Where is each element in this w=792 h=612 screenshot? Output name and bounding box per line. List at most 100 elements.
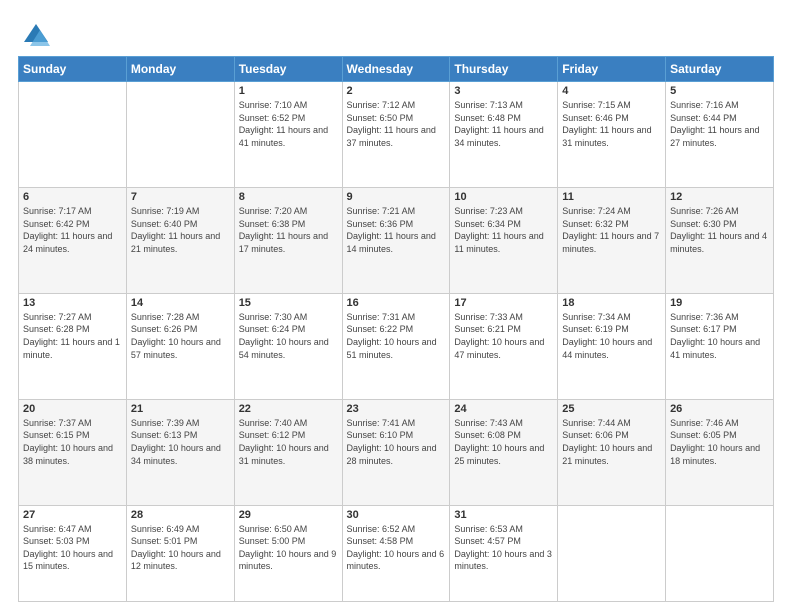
day-number: 1 <box>239 85 338 97</box>
day-number: 11 <box>562 191 661 203</box>
day-number: 29 <box>239 509 338 521</box>
day-detail: Sunrise: 7:17 AM Sunset: 6:42 PM Dayligh… <box>23 205 122 255</box>
day-header-wednesday: Wednesday <box>342 57 450 82</box>
day-header-saturday: Saturday <box>666 57 774 82</box>
calendar-cell: 9 Sunrise: 7:21 AM Sunset: 6:36 PM Daylig… <box>342 187 450 293</box>
calendar-week-row: 27 Sunrise: 6:47 AM Sunset: 5:03 PM Dayli… <box>19 505 774 601</box>
page: SundayMondayTuesdayWednesdayThursdayFrid… <box>0 0 792 612</box>
day-number: 28 <box>131 509 230 521</box>
calendar-cell: 24Sunrise: 7:43 AM Sunset: 6:08 PM Dayli… <box>450 399 558 505</box>
calendar-cell: 13 Sunrise: 7:27 AM Sunset: 6:28 PM Dayli… <box>19 293 127 399</box>
day-detail: Sunrise: 7:13 AM Sunset: 6:48 PM Dayligh… <box>454 99 553 149</box>
day-detail: Sunrise: 6:50 AM Sunset: 5:00 PM Dayligh… <box>239 523 338 573</box>
day-number: 27 <box>23 509 122 521</box>
calendar-cell: 8Sunrise: 7:20 AM Sunset: 6:38 PM Daylig… <box>234 187 342 293</box>
day-detail: Sunrise: 6:49 AM Sunset: 5:01 PM Dayligh… <box>131 523 230 573</box>
calendar-cell: 27 Sunrise: 6:47 AM Sunset: 5:03 PM Dayli… <box>19 505 127 601</box>
day-number: 9 <box>347 191 446 203</box>
calendar-cell: 4 Sunrise: 7:15 AM Sunset: 6:46 PM Daylig… <box>558 82 666 188</box>
calendar-cell: 6 Sunrise: 7:17 AM Sunset: 6:42 PM Daylig… <box>19 187 127 293</box>
day-detail: Sunrise: 6:53 AM Sunset: 4:57 PM Dayligh… <box>454 523 553 573</box>
calendar-cell: 21 Sunrise: 7:39 AM Sunset: 6:13 PM Dayli… <box>126 399 234 505</box>
day-detail: Sunrise: 7:28 AM Sunset: 6:26 PM Dayligh… <box>131 311 230 361</box>
day-detail: Sunrise: 7:40 AM Sunset: 6:12 PM Dayligh… <box>239 417 338 467</box>
day-detail: Sunrise: 7:10 AM Sunset: 6:52 PM Dayligh… <box>239 99 338 149</box>
day-number: 12 <box>670 191 769 203</box>
day-number: 13 <box>23 297 122 309</box>
day-detail: Sunrise: 7:15 AM Sunset: 6:46 PM Dayligh… <box>562 99 661 149</box>
day-header-sunday: Sunday <box>19 57 127 82</box>
calendar-cell <box>558 505 666 601</box>
day-number: 22 <box>239 403 338 415</box>
day-detail: Sunrise: 6:47 AM Sunset: 5:03 PM Dayligh… <box>23 523 122 573</box>
day-detail: Sunrise: 7:12 AM Sunset: 6:50 PM Dayligh… <box>347 99 446 149</box>
day-detail: Sunrise: 7:36 AM Sunset: 6:17 PM Dayligh… <box>670 311 769 361</box>
calendar-cell: 2 Sunrise: 7:12 AM Sunset: 6:50 PM Daylig… <box>342 82 450 188</box>
calendar-cell: 28 Sunrise: 6:49 AM Sunset: 5:01 PM Dayli… <box>126 505 234 601</box>
day-detail: Sunrise: 6:52 AM Sunset: 4:58 PM Dayligh… <box>347 523 446 573</box>
day-number: 4 <box>562 85 661 97</box>
day-header-friday: Friday <box>558 57 666 82</box>
calendar-cell: 5 Sunrise: 7:16 AM Sunset: 6:44 PM Daylig… <box>666 82 774 188</box>
day-detail: Sunrise: 7:24 AM Sunset: 6:32 PM Dayligh… <box>562 205 661 255</box>
calendar-cell: 30Sunrise: 6:52 AM Sunset: 4:58 PM Dayli… <box>342 505 450 601</box>
calendar-cell: 26 Sunrise: 7:46 AM Sunset: 6:05 PM Dayli… <box>666 399 774 505</box>
day-detail: Sunrise: 7:19 AM Sunset: 6:40 PM Dayligh… <box>131 205 230 255</box>
day-header-thursday: Thursday <box>450 57 558 82</box>
calendar-header-row: SundayMondayTuesdayWednesdayThursdayFrid… <box>19 57 774 82</box>
calendar-table: SundayMondayTuesdayWednesdayThursdayFrid… <box>18 56 774 602</box>
day-header-monday: Monday <box>126 57 234 82</box>
day-number: 6 <box>23 191 122 203</box>
calendar-cell: 29 Sunrise: 6:50 AM Sunset: 5:00 PM Dayli… <box>234 505 342 601</box>
calendar-cell <box>666 505 774 601</box>
calendar-cell: 15Sunrise: 7:30 AM Sunset: 6:24 PM Dayli… <box>234 293 342 399</box>
calendar-week-row: 6 Sunrise: 7:17 AM Sunset: 6:42 PM Daylig… <box>19 187 774 293</box>
day-number: 15 <box>239 297 338 309</box>
calendar-cell: 31 Sunrise: 6:53 AM Sunset: 4:57 PM Dayli… <box>450 505 558 601</box>
day-detail: Sunrise: 7:31 AM Sunset: 6:22 PM Dayligh… <box>347 311 446 361</box>
day-detail: Sunrise: 7:39 AM Sunset: 6:13 PM Dayligh… <box>131 417 230 467</box>
day-number: 31 <box>454 509 553 521</box>
day-number: 20 <box>23 403 122 415</box>
day-header-tuesday: Tuesday <box>234 57 342 82</box>
day-detail: Sunrise: 7:33 AM Sunset: 6:21 PM Dayligh… <box>454 311 553 361</box>
day-number: 3 <box>454 85 553 97</box>
day-detail: Sunrise: 7:27 AM Sunset: 6:28 PM Dayligh… <box>23 311 122 361</box>
logo <box>18 20 50 48</box>
day-detail: Sunrise: 7:44 AM Sunset: 6:06 PM Dayligh… <box>562 417 661 467</box>
day-number: 17 <box>454 297 553 309</box>
day-number: 7 <box>131 191 230 203</box>
day-detail: Sunrise: 7:37 AM Sunset: 6:15 PM Dayligh… <box>23 417 122 467</box>
day-number: 10 <box>454 191 553 203</box>
day-number: 21 <box>131 403 230 415</box>
day-detail: Sunrise: 7:16 AM Sunset: 6:44 PM Dayligh… <box>670 99 769 149</box>
calendar-cell: 10 Sunrise: 7:23 AM Sunset: 6:34 PM Dayli… <box>450 187 558 293</box>
day-number: 2 <box>347 85 446 97</box>
calendar-cell: 16 Sunrise: 7:31 AM Sunset: 6:22 PM Dayli… <box>342 293 450 399</box>
calendar-cell: 25 Sunrise: 7:44 AM Sunset: 6:06 PM Dayli… <box>558 399 666 505</box>
calendar-cell: 20 Sunrise: 7:37 AM Sunset: 6:15 PM Dayli… <box>19 399 127 505</box>
calendar-cell: 22 Sunrise: 7:40 AM Sunset: 6:12 PM Dayli… <box>234 399 342 505</box>
calendar-cell: 17 Sunrise: 7:33 AM Sunset: 6:21 PM Dayli… <box>450 293 558 399</box>
day-detail: Sunrise: 7:20 AM Sunset: 6:38 PM Dayligh… <box>239 205 338 255</box>
day-detail: Sunrise: 7:43 AM Sunset: 6:08 PM Dayligh… <box>454 417 553 467</box>
calendar-cell: 14 Sunrise: 7:28 AM Sunset: 6:26 PM Dayli… <box>126 293 234 399</box>
day-detail: Sunrise: 7:41 AM Sunset: 6:10 PM Dayligh… <box>347 417 446 467</box>
calendar-cell <box>126 82 234 188</box>
day-number: 26 <box>670 403 769 415</box>
calendar-cell: 19 Sunrise: 7:36 AM Sunset: 6:17 PM Dayli… <box>666 293 774 399</box>
day-number: 14 <box>131 297 230 309</box>
calendar-week-row: 1 Sunrise: 7:10 AM Sunset: 6:52 PM Daylig… <box>19 82 774 188</box>
day-number: 18 <box>562 297 661 309</box>
calendar-cell: 23Sunrise: 7:41 AM Sunset: 6:10 PM Dayli… <box>342 399 450 505</box>
day-detail: Sunrise: 7:21 AM Sunset: 6:36 PM Dayligh… <box>347 205 446 255</box>
day-number: 19 <box>670 297 769 309</box>
day-number: 16 <box>347 297 446 309</box>
day-detail: Sunrise: 7:23 AM Sunset: 6:34 PM Dayligh… <box>454 205 553 255</box>
day-number: 5 <box>670 85 769 97</box>
day-detail: Sunrise: 7:46 AM Sunset: 6:05 PM Dayligh… <box>670 417 769 467</box>
day-detail: Sunrise: 7:34 AM Sunset: 6:19 PM Dayligh… <box>562 311 661 361</box>
day-number: 25 <box>562 403 661 415</box>
calendar-cell: 12Sunrise: 7:26 AM Sunset: 6:30 PM Dayli… <box>666 187 774 293</box>
calendar-week-row: 13 Sunrise: 7:27 AM Sunset: 6:28 PM Dayli… <box>19 293 774 399</box>
